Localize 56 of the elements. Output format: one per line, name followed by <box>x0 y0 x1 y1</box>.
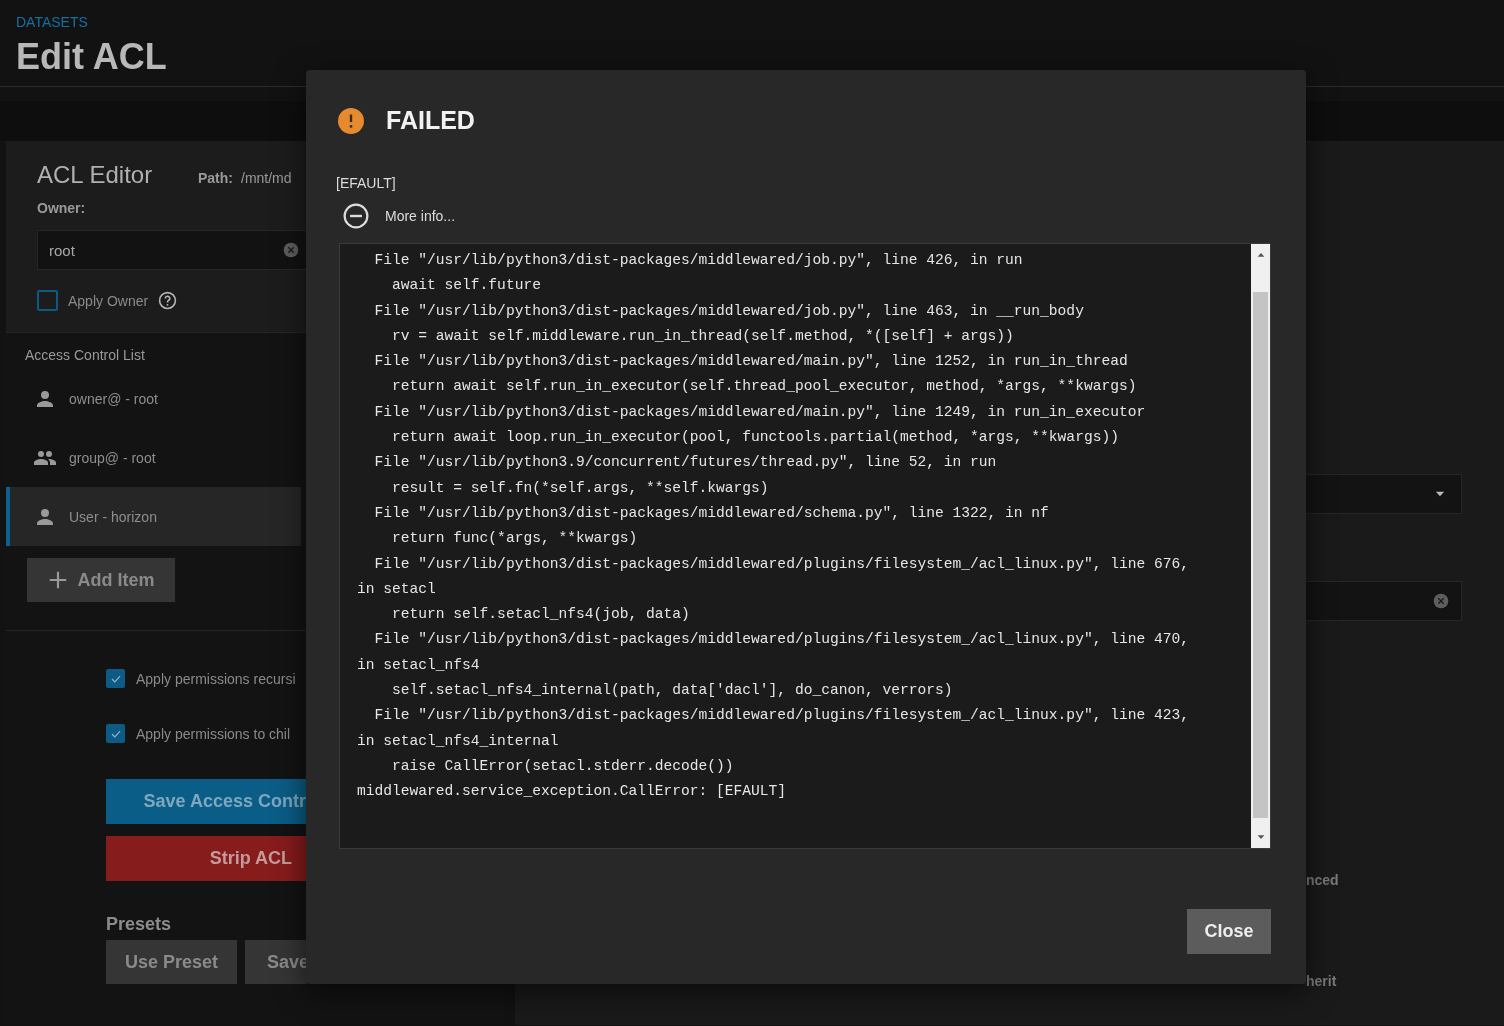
page-title: Edit ACL <box>16 35 168 79</box>
list-title: Access Control List <box>25 347 145 365</box>
path-value: /mnt/md <box>241 170 292 186</box>
traceback-line: return await loop.run_in_executor(pool, functools.partial(method, *args, **kwargs)) <box>391 428 1120 448</box>
close-button[interactable]: Close <box>1187 909 1271 954</box>
traceback-line: File "/usr/lib/python3/dist-packages/middlewared/job.py", line 463, in __run_body <box>373 301 1085 321</box>
scrollbar-thumb[interactable] <box>1253 292 1268 818</box>
clear-icon <box>1433 593 1449 609</box>
acl-entry[interactable]: owner@ - root <box>6 369 301 428</box>
owner-field[interactable]: root <box>37 230 306 270</box>
option-checkbox[interactable] <box>106 669 125 688</box>
traceback-line: middlewared.service_exception.CallError: [EFAULT] <box>357 782 788 802</box>
option-label: nced <box>1306 872 1340 888</box>
use-preset-button[interactable]: Use Preset <box>106 940 237 984</box>
strip-acl-button[interactable]: Strip ACL <box>106 836 306 881</box>
apply-owner-checkbox[interactable] <box>37 290 58 311</box>
traceback-line: File "/usr/lib/python3.9/concurrent/futures/thread.py", line 52, in run <box>373 453 998 473</box>
scroll-up-icon <box>1255 250 1266 260</box>
acl-entry[interactable]: User - horizon <box>6 487 301 546</box>
acl-entry[interactable]: group@ - root <box>6 428 301 487</box>
scroll-down-icon <box>1255 832 1266 842</box>
breadcrumb-link[interactable]: DATASETS <box>16 13 1504 31</box>
clear-icon <box>283 242 299 258</box>
input-field[interactable] <box>1306 581 1462 621</box>
traceback-line: rv = await self.middleware.run_in_thread(self.method, *([self] + args)) <box>391 326 1015 346</box>
apply-owner-label: Apply Owner <box>68 292 149 309</box>
dropdown-field[interactable] <box>1306 474 1462 514</box>
traceback-line: self.setacl_nfs4_internal(path, data['dacl'], do_canon, verrors) <box>391 681 954 701</box>
option-label: Apply permissions to chil <box>136 725 291 742</box>
editor-title: ACL Editor <box>37 161 154 189</box>
traceback-line: return await self.run_in_executor(self.thread_pool_executor, method, *args, **kwargs) <box>391 377 1138 397</box>
presets-title: Presets <box>106 914 173 935</box>
save-button[interactable]: Save Access Contr <box>106 779 306 824</box>
traceback-line: raise CallError(setacl.stderr.decode()) <box>391 756 735 776</box>
traceback-line: await self.future <box>391 276 542 296</box>
owner-label: Owner: <box>37 200 86 216</box>
traceback-line: return self.setacl_nfs4(job, data) <box>391 605 691 625</box>
path-label: Path: <box>198 170 233 186</box>
more-info-toggle[interactable]: More info... <box>336 203 456 229</box>
warning-icon <box>338 107 364 134</box>
option-label: Apply permissions recursi <box>136 670 296 687</box>
add-item-button[interactable]: Add Item <box>27 558 175 602</box>
help-icon <box>158 291 178 310</box>
error-message: [EFAULT] <box>336 175 397 191</box>
traceback-line: return func(*args, **kwargs) <box>391 529 639 549</box>
dialog-title: FAILED <box>386 106 475 135</box>
traceback-line: File "/usr/lib/python3/dist-packages/middlewared/job.py", line 426, in run <box>373 251 1024 270</box>
scrollbar[interactable] <box>1251 244 1270 848</box>
traceback-line: File "/usr/lib/python3/dist-packages/middlewared/main.py", line 1252, in run_in_thread <box>373 352 1129 372</box>
traceback-line: File "/usr/lib/python3/dist-packages/middlewared/schema.py", line 1322, in nf <box>373 503 1050 523</box>
collapse-icon <box>343 203 369 229</box>
save-preset-button[interactable]: Save <box>245 940 307 984</box>
option-label: herit <box>1306 973 1338 989</box>
traceback-line: result = self.fn(*self.args, **self.kwargs) <box>391 478 770 498</box>
option-checkbox[interactable] <box>106 724 125 743</box>
traceback-line: File "/usr/lib/python3/dist-packages/middlewared/main.py", line 1249, in run_in_executor <box>373 402 1147 422</box>
